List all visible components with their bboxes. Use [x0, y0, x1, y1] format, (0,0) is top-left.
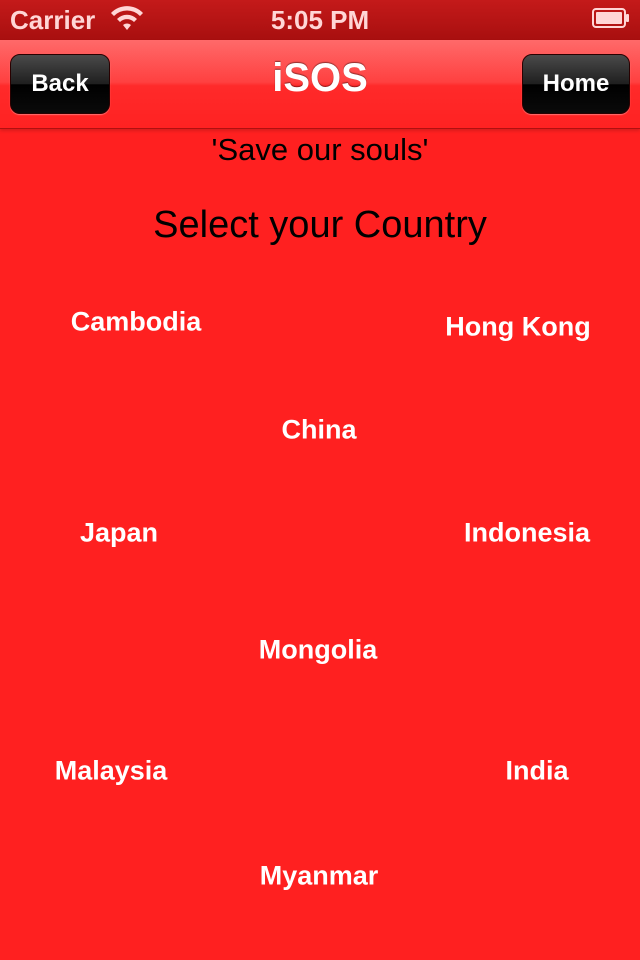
country-indonesia-button[interactable]: Indonesia [464, 518, 590, 549]
country-cambodia-button[interactable]: Cambodia [71, 307, 202, 338]
country-myanmar-button[interactable]: Myanmar [260, 861, 379, 892]
country-hong-kong-button[interactable]: Hong Kong [445, 312, 590, 343]
subtitle: 'Save our souls' [211, 132, 429, 167]
country-india-button[interactable]: India [505, 756, 568, 787]
status-time: 5:05 PM [270, 5, 370, 35]
country-japan-button[interactable]: Japan [80, 518, 158, 549]
status-bar: Carrier 5:05 PM [0, 0, 640, 40]
select-country-heading: Select your Country [153, 204, 487, 246]
country-china-button[interactable]: China [281, 415, 356, 446]
country-mongolia-button[interactable]: Mongolia [259, 635, 377, 666]
app-screen: Carrier 5:05 PM Back iSOS Home 'Save our… [0, 0, 640, 960]
navigation-bar: Back iSOS Home [0, 40, 640, 129]
battery-icon [592, 8, 629, 28]
home-button[interactable]: Home [522, 54, 630, 114]
country-malaysia-button[interactable]: Malaysia [55, 756, 168, 787]
